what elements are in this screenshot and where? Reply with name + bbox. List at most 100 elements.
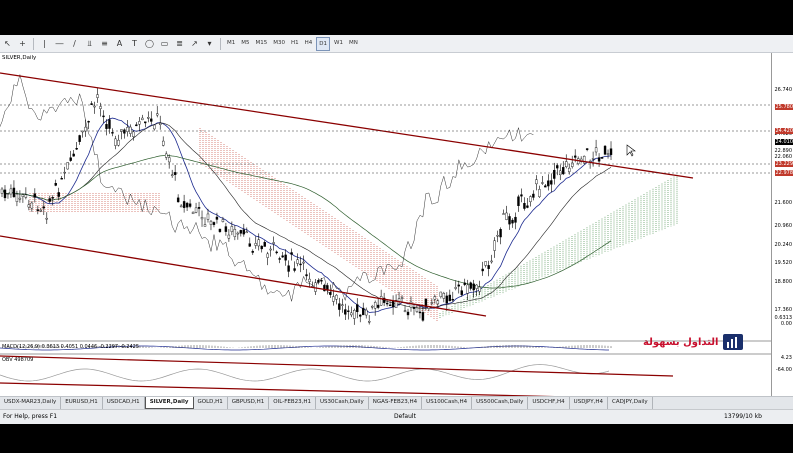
timeframe-m15[interactable]: M15 [254,37,270,49]
cursor-icon[interactable]: ↖ [1,37,14,50]
candle-body [511,219,514,224]
candle-body [117,139,120,146]
price-tick: 18.800 [774,279,793,285]
price-tick: 26.740 [774,87,793,93]
price-tick: 4.23 [780,355,792,361]
candle-body [585,148,589,150]
candle-body [203,224,207,227]
shapes-menu-icon[interactable]: ▾ [203,37,216,50]
price-axis[interactable]: 26.74025.78024.62022.89022.06021.60020.9… [771,53,793,409]
timeframe-m5[interactable]: M5 [239,37,251,49]
chart-tab[interactable]: US500Cash,Daily [472,397,529,409]
status-bar: For Help, press F1 Default 13799/10 kb [0,409,793,424]
candle-body [397,298,401,302]
price-tick: 20.240 [774,242,793,248]
candle-body [332,296,335,302]
rectangle-icon[interactable]: ▭ [158,37,171,50]
chart-tab[interactable]: SILVER,Daily [144,397,194,409]
channel-icon[interactable]: ⫫ [83,37,96,50]
candle-body [430,302,434,304]
horizontal-line-icon[interactable]: ― [53,37,66,50]
chart-tab[interactable]: USDJPY,H4 [570,397,608,409]
candle-body [508,216,511,225]
price-tick: 17.360 [774,307,793,313]
candle-body [188,203,192,207]
timeframe-h1[interactable]: H1 [289,37,301,49]
candle-body [156,113,159,116]
status-traffic: 13799/10 kb [724,413,762,420]
brand-text: التداول بسهولة [643,337,719,348]
chart-tab[interactable]: OIL-FEB23,H1 [269,397,316,409]
candle-body [66,162,69,170]
candle-body [164,153,168,158]
arrow-icon[interactable]: ↗ [188,37,201,50]
candle-body [141,117,144,121]
candle-body [553,169,556,179]
candle-body [370,306,374,308]
candle-body [338,303,341,310]
candle-body [317,280,320,283]
candle-body [170,174,174,177]
candle-body [60,177,63,180]
candle-body [359,314,362,317]
candle-body [469,282,472,289]
candle-body [191,211,195,215]
candle-body [102,115,105,118]
candle-body [206,213,210,220]
candle-body [278,258,281,260]
chart-tab[interactable]: US30Cash,Daily [316,397,369,409]
candle-body [93,105,96,108]
candle-body [260,245,263,250]
chart-tab[interactable]: USDCAD,H1 [103,397,145,409]
timeframe-group: M1 M5 M15 M30 H1 H4 D1 W1 MN [224,36,361,51]
candle-body [344,309,347,315]
trendline-icon[interactable]: ∕ [68,37,81,50]
chikou-line [0,73,534,302]
candle-body [368,321,371,323]
candle-body [129,126,132,134]
chart-tab[interactable]: US100Cash,H4 [422,397,473,409]
candle-body [245,231,249,234]
pitchfork-icon[interactable]: ≣ [173,37,186,50]
timeframe-h4[interactable]: H4 [303,37,315,49]
candle-body [159,122,162,125]
candle-body [182,201,186,208]
chart-tab[interactable]: GOLD,H1 [194,397,228,409]
chart-tab[interactable]: USDX-MAR23,Daily [0,397,62,409]
fibonacci-icon[interactable]: ≡ [98,37,111,50]
text-icon[interactable]: A [113,37,126,50]
candle-body [308,278,311,282]
candle-body [376,304,380,308]
obv-line [0,364,610,382]
chart-tab[interactable]: EURUSD,H1 [61,397,103,409]
candle-body [562,167,565,175]
candle-body [457,284,460,287]
candle-body [591,158,595,160]
ellipse-icon[interactable]: ◯ [143,37,156,50]
chart-tab[interactable]: CADJPY,Daily [608,397,653,409]
timeframe-m1[interactable]: M1 [225,37,237,49]
timeframe-d1[interactable]: D1 [316,36,331,51]
timeframe-mn[interactable]: MN [347,37,360,49]
status-profile: Default [394,413,416,420]
chart-tab[interactable]: GBPUSD,H1 [228,397,270,409]
candle-body [400,297,404,299]
chart-tab[interactable]: USDCHF,H4 [528,397,570,409]
timeframe-w1[interactable]: W1 [332,37,345,49]
candle-body [466,284,469,294]
candle-body [42,206,45,209]
label-icon[interactable]: T [128,37,141,50]
timeframe-m30[interactable]: M30 [271,37,287,49]
candle-body [445,295,449,304]
crosshair-icon[interactable]: + [16,37,29,50]
candle-body [248,243,251,247]
candle-body [99,106,102,109]
chart-window[interactable]: SILVER,Daily 26.74025.78024.62022.89022.… [0,53,793,409]
candle-body [499,229,502,238]
candle-body [448,294,452,302]
candle-body [87,120,90,123]
candle-body [57,192,60,197]
vertical-line-icon[interactable]: | [38,37,51,50]
chart-tab[interactable]: NGAS-FEB23,H4 [369,397,423,409]
candle-body [144,121,147,124]
